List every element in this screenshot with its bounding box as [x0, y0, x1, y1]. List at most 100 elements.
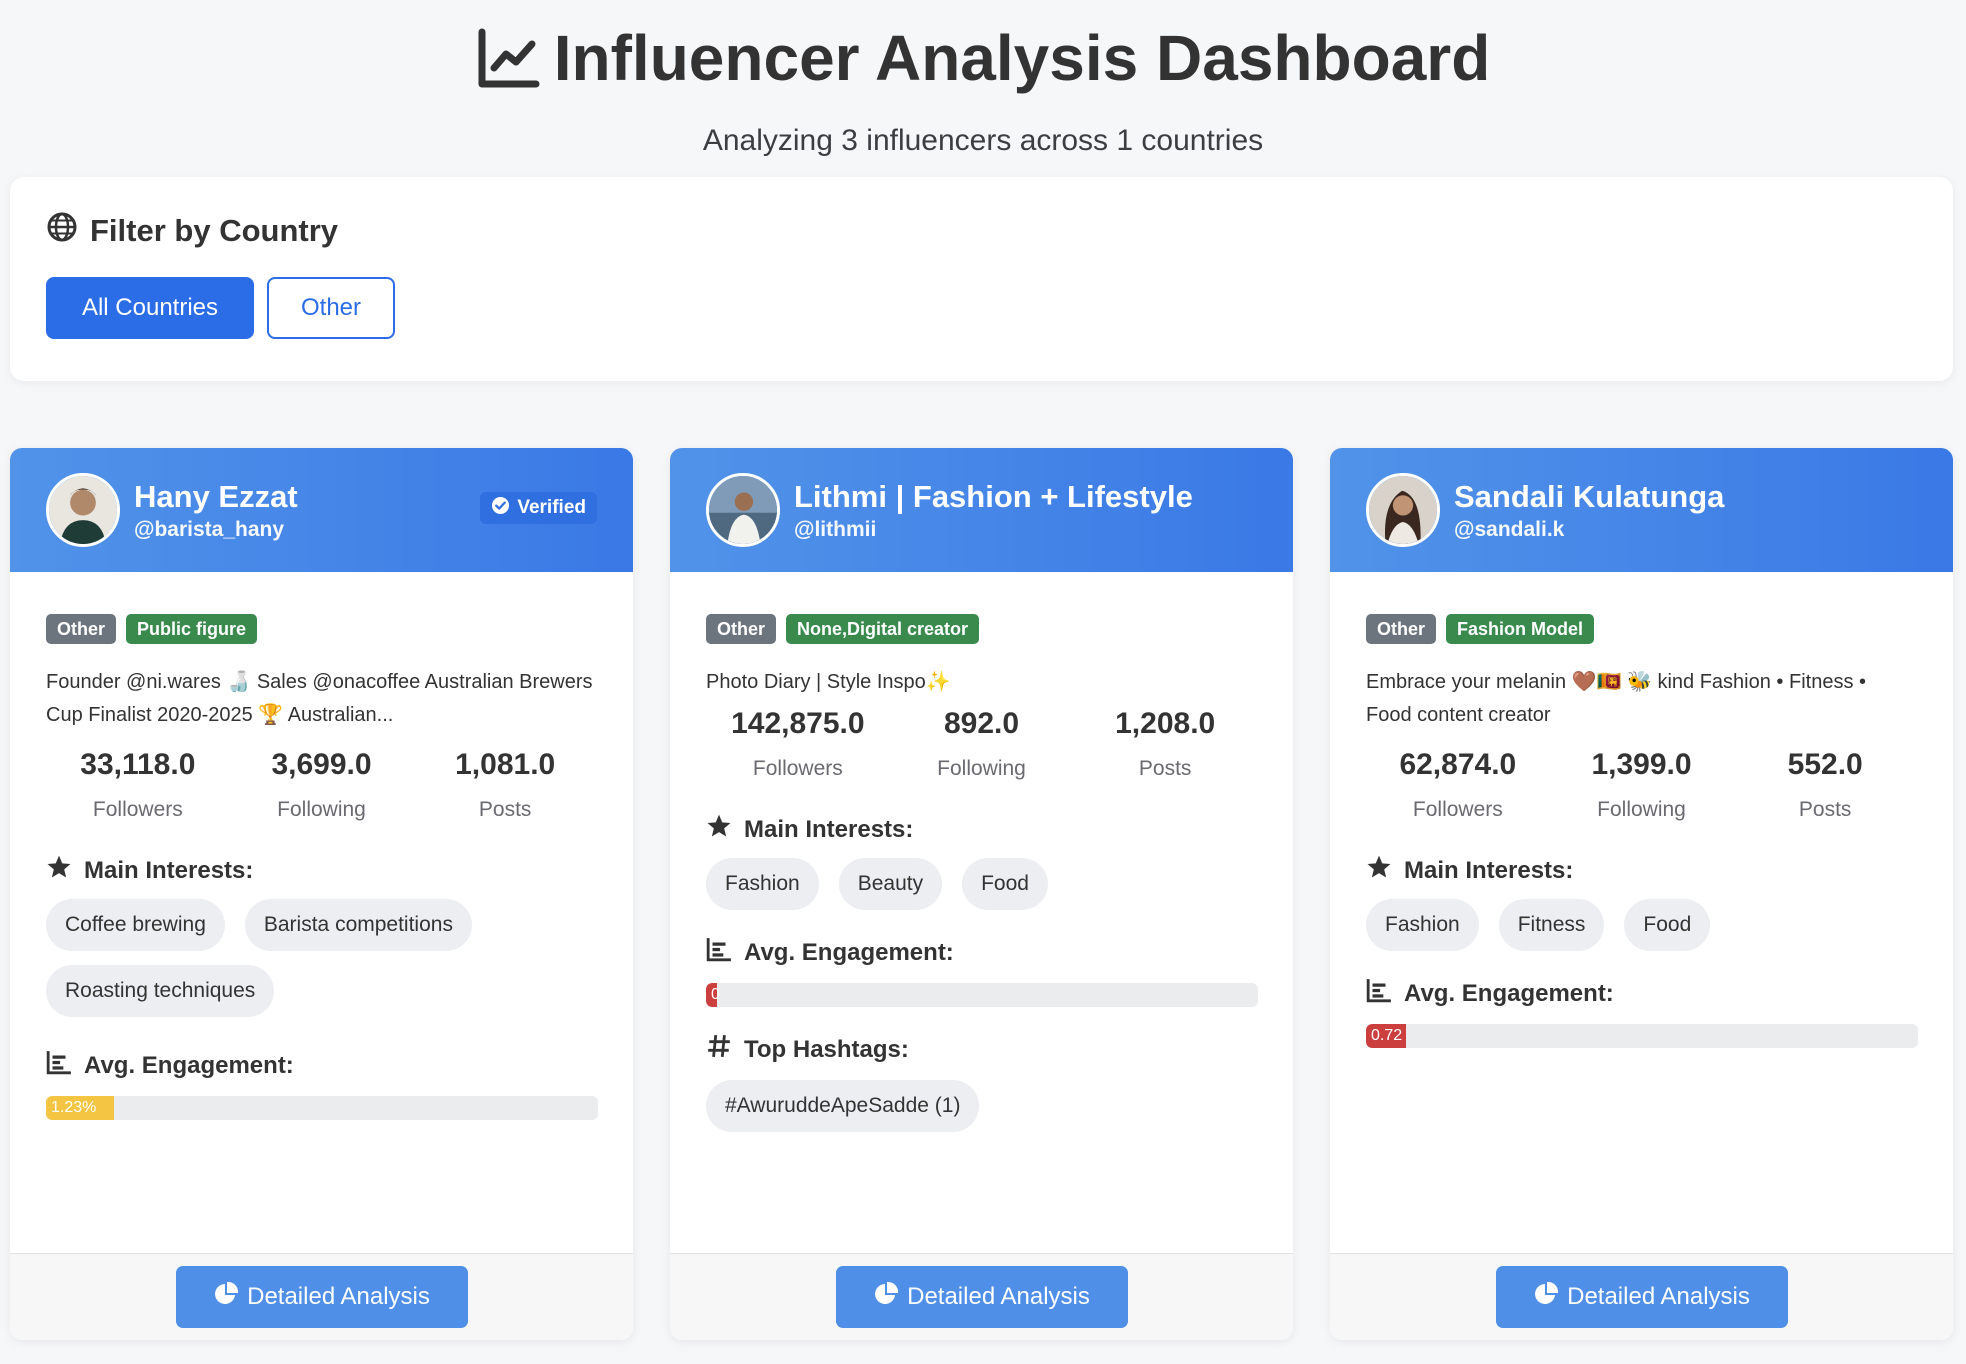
bar-chart-icon: [46, 1049, 72, 1082]
interest-chip: Food: [962, 858, 1048, 910]
filter-title: Filter by Country: [46, 211, 1917, 251]
stats-row: 62,874.0 Followers 1,399.0 Following 552.0…: [1366, 748, 1917, 822]
card-footer: Detailed Analysis: [1330, 1253, 1953, 1340]
engagement-bar-fill: 0.72: [1366, 1024, 1406, 1048]
page-title: Influencer Analysis Dashboard: [0, 20, 1966, 96]
filter-other-button[interactable]: Other: [267, 277, 395, 339]
avatar: [706, 473, 780, 547]
influencer-handle: @sandali.k: [1454, 518, 1565, 541]
detailed-analysis-button[interactable]: Detailed Analysis: [835, 1266, 1128, 1328]
category-tag: Public figure: [126, 614, 258, 644]
interests-heading: Main Interests:: [1366, 854, 1917, 887]
following-label: Following: [1597, 798, 1686, 821]
page-subtitle: Analyzing 3 influencers across 1 countri…: [702, 124, 1264, 157]
avatar: [1366, 473, 1440, 547]
stats-row: 33,118.0 Followers 3,699.0 Following 1,081…: [46, 748, 597, 822]
influencer-bio: Photo Diary | Style Inspo✨: [706, 671, 951, 693]
category-tags: Other None,Digital creator: [706, 614, 1257, 644]
posts-count: 1,208.0: [1115, 707, 1216, 740]
card-footer: Detailed Analysis: [670, 1253, 1293, 1340]
influencer-card: Hany Ezzat @barista_hany Verified Other …: [10, 448, 633, 1340]
country-tag: Other: [706, 614, 777, 644]
filter-all-countries-button[interactable]: All Countries: [46, 277, 254, 339]
avatar: [46, 473, 120, 547]
pie-chart-icon: [1533, 1281, 1559, 1314]
country-tag: Other: [1366, 614, 1437, 644]
pie-chart-icon: [213, 1281, 239, 1314]
hashtag-chip: #AwuruddeApeSadde (1): [706, 1080, 980, 1132]
interests-heading: Main Interests:: [46, 854, 597, 887]
engagement-heading: Avg. Engagement:: [706, 936, 1257, 969]
following-label: Following: [937, 757, 1026, 780]
stats-row: 142,875.0 Followers 892.0 Following 1,208.…: [706, 707, 1257, 781]
followers-count: 33,118.0: [80, 748, 196, 781]
interest-chip: Fashion: [1366, 899, 1479, 951]
influencer-name: Sandali Kulatunga: [1454, 479, 1725, 514]
bar-chart-icon: [706, 936, 732, 969]
followers-label: Followers: [752, 757, 843, 780]
posts-count: 1,081.0: [455, 748, 556, 781]
star-icon: [706, 813, 732, 846]
interest-chip: Fashion: [706, 858, 819, 910]
interest-chip: Beauty: [838, 858, 943, 910]
category-tag: None,Digital creator: [786, 614, 980, 644]
country-tag: Other: [46, 614, 117, 644]
following-label: Following: [277, 798, 366, 821]
following-count: 892.0: [943, 707, 1020, 740]
engagement-bar: 0.72: [1366, 1024, 1918, 1048]
influencer-handle: @barista_hany: [134, 518, 285, 541]
category-tag: Fashion Model: [1446, 614, 1595, 644]
influencer-card: Sandali Kulatunga @sandali.k Other Fashi…: [1330, 448, 1953, 1340]
interest-chip: Coffee brewing: [46, 899, 225, 951]
interest-chip: Barista competitions: [244, 899, 472, 951]
posts-label: Posts: [1138, 757, 1192, 780]
hashtag-chips: #AwuruddeApeSadde (1): [706, 1080, 1257, 1132]
engagement-heading: Avg. Engagement:: [1366, 977, 1917, 1010]
card-header: Lithmi | Fashion + Lifestyle @lithmii: [670, 448, 1293, 572]
followers-label: Followers: [92, 798, 183, 821]
interest-chip: Roasting techniques: [46, 965, 275, 1017]
posts-label: Posts: [478, 798, 532, 821]
verified-label: Verified: [517, 497, 586, 518]
category-tags: Other Public figure: [46, 614, 597, 644]
influencer-card: Lithmi | Fashion + Lifestyle @lithmii Ot…: [670, 448, 1293, 1340]
engagement-heading: Avg. Engagement:: [46, 1049, 597, 1082]
interest-chips: Fashion Beauty Food: [706, 858, 1257, 910]
card-footer: Detailed Analysis: [10, 1253, 633, 1340]
star-icon: [46, 854, 72, 887]
interest-chips: Coffee brewing Barista competitions Roas…: [46, 899, 597, 1017]
influencer-name: Hany Ezzat: [134, 479, 298, 514]
posts-count: 552.0: [1787, 748, 1863, 781]
posts-label: Posts: [1798, 798, 1852, 821]
check-circle-icon: [491, 496, 510, 521]
influencer-bio: Embrace your melanin 🤎🇱🇰 🐝 kind Fashion …: [1366, 671, 1866, 726]
following-count: 3,699.0: [271, 748, 372, 781]
influencer-name: Lithmi | Fashion + Lifestyle: [794, 479, 1193, 514]
engagement-bar-fill: 1.23%: [46, 1096, 114, 1120]
influencer-handle: @lithmii: [794, 518, 877, 541]
detailed-analysis-button[interactable]: Detailed Analysis: [1495, 1266, 1788, 1328]
country-filter-panel: Filter by Country All Countries Other: [10, 177, 1953, 381]
bar-chart-icon: [1366, 977, 1392, 1010]
category-tags: Other Fashion Model: [1366, 614, 1917, 644]
hashtags-heading: Top Hashtags:: [706, 1033, 1257, 1066]
page-header: Influencer Analysis Dashboard Analyzing …: [0, 0, 1966, 158]
followers-count: 142,875.0: [731, 707, 865, 740]
detailed-analysis-button[interactable]: Detailed Analysis: [175, 1266, 468, 1328]
engagement-bar: 0: [706, 983, 1258, 1007]
star-icon: [1366, 854, 1392, 887]
card-header: Sandali Kulatunga @sandali.k: [1330, 448, 1953, 572]
followers-count: 62,874.0: [1399, 748, 1517, 781]
verified-badge: Verified: [480, 492, 597, 524]
engagement-bar: 1.23%: [46, 1096, 598, 1120]
interests-heading: Main Interests:: [706, 813, 1257, 846]
interest-chip: Fitness: [1498, 899, 1605, 951]
page-title-text: Influencer Analysis Dashboard: [553, 22, 1491, 94]
interest-chips: Fashion Fitness Food: [1366, 899, 1917, 951]
line-chart-icon: [476, 26, 540, 90]
filter-buttons: All Countries Other: [46, 277, 1917, 339]
globe-icon: [46, 211, 78, 251]
engagement-bar-fill: 0: [706, 983, 720, 1007]
interest-chip: Food: [1624, 899, 1711, 951]
pie-chart-icon: [873, 1281, 899, 1314]
